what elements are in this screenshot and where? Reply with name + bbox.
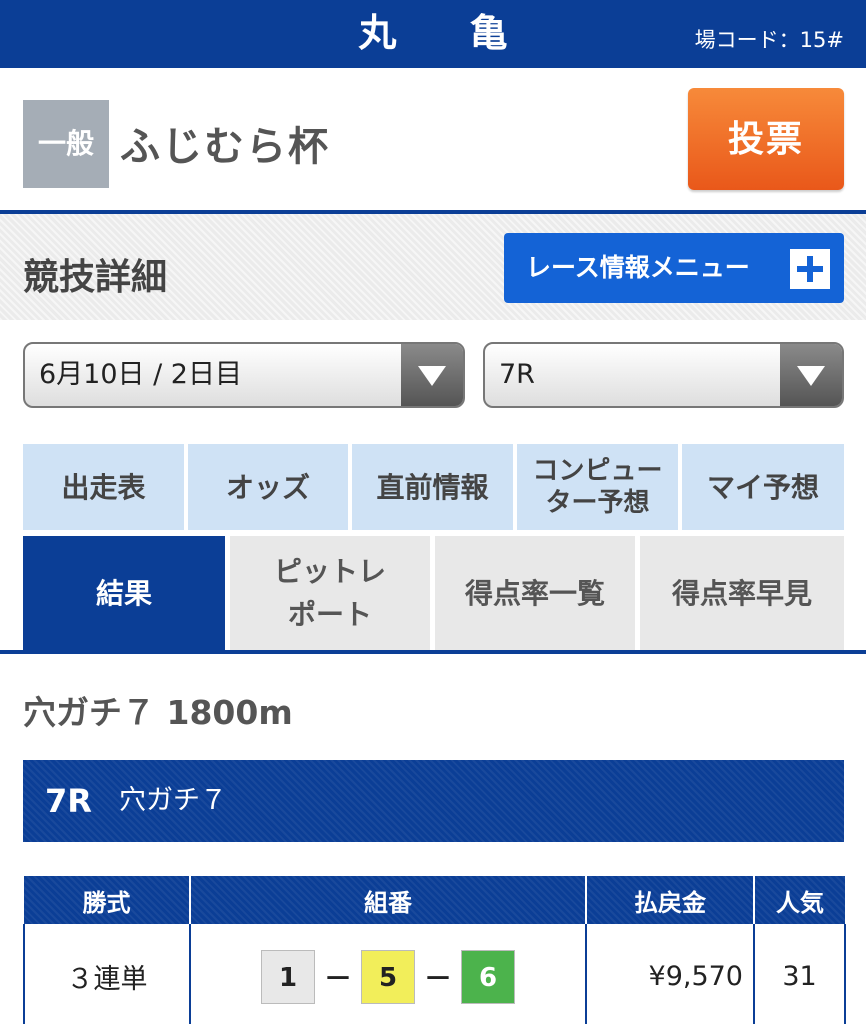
- tab-pit-report[interactable]: ピットレ ポート: [230, 536, 430, 650]
- date-select[interactable]: 6月10日 / 2日目: [23, 342, 465, 408]
- race-info-menu-button[interactable]: レース情報メニュー: [504, 233, 844, 303]
- column-header-popularity: 人気: [753, 876, 845, 924]
- payout-cell: ¥9,570: [585, 924, 755, 1024]
- date-select-value: 6月10日 / 2日目: [39, 359, 242, 390]
- separator-dash: －: [323, 961, 352, 995]
- race-bar-name: 穴ガチ７: [119, 785, 227, 816]
- tab-entries[interactable]: 出走表: [23, 444, 184, 530]
- chevron-down-icon[interactable]: [401, 344, 463, 406]
- boat-number-badge: 5: [361, 949, 415, 1004]
- race-number: 7R: [45, 782, 92, 820]
- header-bar: 丸 亀 場コード：15#: [0, 0, 866, 68]
- vote-button[interactable]: 投票: [688, 88, 844, 190]
- combination-cell: 1 － 5 － 6: [189, 924, 587, 1024]
- tab-results[interactable]: 結果: [23, 536, 225, 650]
- tab-my-prediction[interactable]: マイ予想: [682, 444, 844, 530]
- column-header-payout: 払戻金: [585, 876, 754, 924]
- chevron-down-icon[interactable]: [780, 344, 842, 406]
- column-header-bet-type: 勝式: [24, 876, 190, 924]
- plus-icon: [790, 249, 830, 289]
- boat-number-badge: 1: [261, 949, 315, 1004]
- divider: [0, 650, 866, 654]
- menu-button-label: レース情報メニュー: [526, 253, 750, 282]
- table-row: ３連単 1 － 5 － 6 ¥9,570 31: [23, 924, 846, 1024]
- tab-score-quick-view[interactable]: 得点率早見: [640, 536, 844, 650]
- tab-pre-race-info[interactable]: 直前情報: [352, 444, 513, 530]
- tab-odds[interactable]: オッズ: [188, 444, 348, 530]
- grade-badge: 一般: [23, 100, 109, 188]
- result-table: 勝式 組番 払戻金 人気 ３連単 1 － 5 － 6 ¥9,570 31: [23, 876, 846, 1024]
- separator-dash: －: [423, 961, 452, 995]
- course-title: 穴ガチ７ 1800m: [23, 693, 293, 732]
- popularity-cell: 31: [753, 924, 846, 1024]
- tab-computer-prediction[interactable]: コンピュー ター予想: [517, 444, 678, 530]
- race-bar: 7R 穴ガチ７: [23, 760, 844, 842]
- tab-score-list[interactable]: 得点率一覧: [435, 536, 635, 650]
- venue-code: 場コード：15#: [694, 28, 844, 52]
- bet-type-cell: ３連単: [23, 924, 191, 1024]
- race-select[interactable]: 7R: [483, 342, 844, 408]
- race-select-value: 7R: [499, 359, 535, 390]
- race-title: ふじむら杯: [120, 124, 330, 170]
- section-title: 競技詳細: [23, 257, 168, 298]
- boat-number-badge: 6: [461, 949, 515, 1004]
- column-header-combination: 組番: [189, 876, 586, 924]
